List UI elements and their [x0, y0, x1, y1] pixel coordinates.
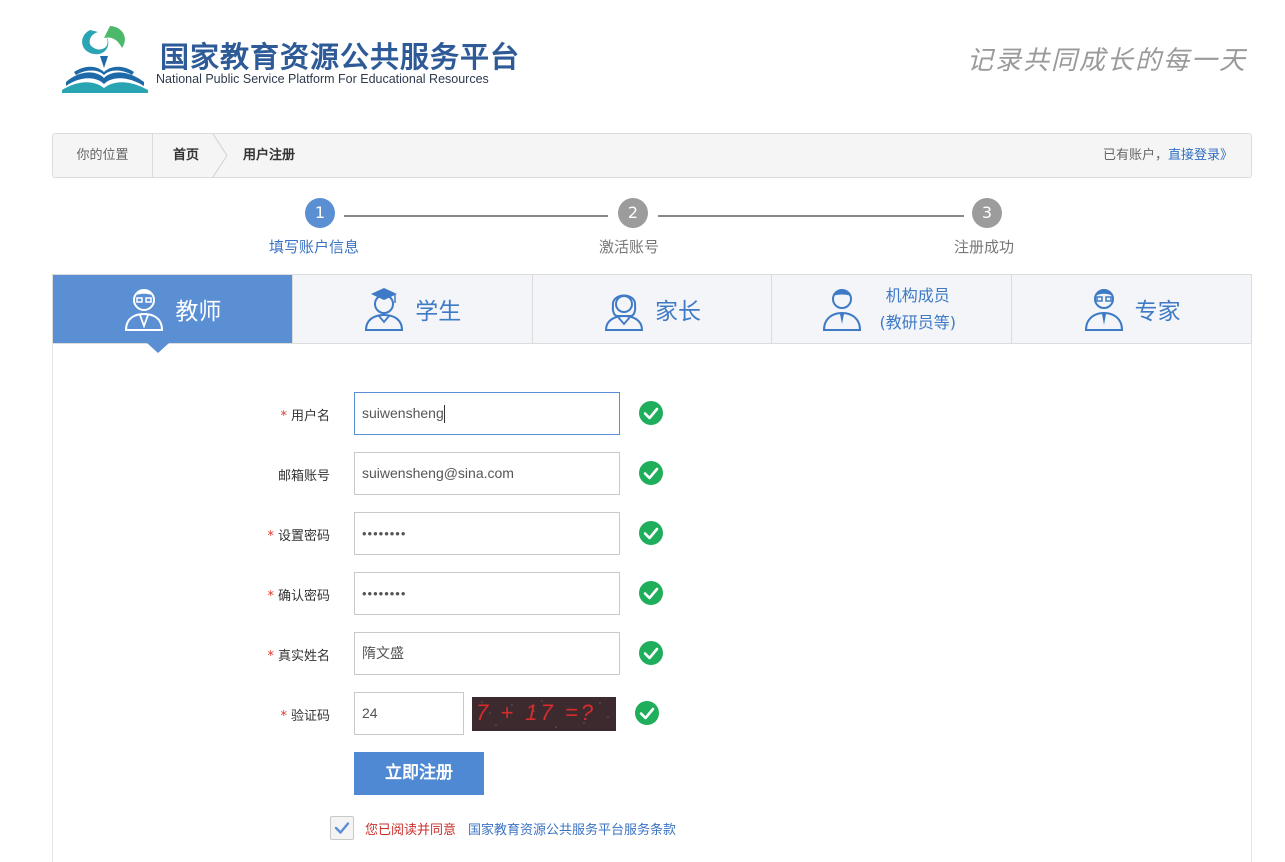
check-circle-icon	[639, 641, 663, 665]
required-mark: *	[267, 529, 274, 544]
check-circle-icon	[639, 461, 663, 485]
captcha-input[interactable]: 24	[354, 692, 464, 735]
parent-icon	[604, 294, 643, 331]
registration-page: 国家教育资源公共服务平台 National Public Service Pla…	[0, 0, 1285, 862]
have-account-text: 已有账户，直接登录》	[1103, 134, 1233, 177]
tab-org-member[interactable]: 机构成员 (教研员等)	[772, 275, 1013, 343]
student-icon	[365, 288, 404, 331]
registration-form: * 用户名 suiwensheng 邮箱账号 suiwensheng@sina.c…	[52, 343, 1252, 862]
tab-student-label: 学生	[415, 299, 462, 325]
password-input[interactable]: ••••••••	[354, 512, 620, 555]
role-tabs: 教师 学生 家长 机构成员 (教研员等) 专家	[52, 274, 1252, 353]
check-circle-icon	[639, 521, 663, 545]
org-member-icon	[822, 289, 861, 331]
terms-link[interactable]: 国家教育资源公共服务平台服务条款	[468, 819, 676, 838]
email-label: 邮箱账号	[277, 469, 330, 484]
brand-title-cn: 国家教育资源公共服务平台	[160, 40, 521, 74]
step-1-dot: 1	[305, 198, 335, 228]
expert-icon	[1084, 289, 1123, 331]
brand-title-en: National Public Service Platform For Edu…	[156, 72, 489, 86]
platform-logo	[62, 26, 148, 93]
username-label-text: 用户名	[290, 409, 330, 424]
confirm-password-input[interactable]: ••••••••	[354, 572, 620, 615]
password-label: * 设置密码	[233, 525, 330, 544]
step-1-label: 填写账户信息	[269, 238, 360, 256]
tab-expert[interactable]: 专家	[1012, 275, 1251, 343]
captcha-text: 7 + 17 =?	[476, 700, 596, 725]
breadcrumb-home-link[interactable]: 首页	[173, 134, 199, 177]
have-account-label: 已有账户，	[1102, 148, 1168, 163]
register-button[interactable]: 立即注册	[354, 752, 484, 795]
tab-teacher[interactable]: 教师	[53, 275, 293, 353]
confirm-password-label: * 确认密码	[233, 585, 330, 604]
check-circle-icon	[639, 581, 663, 605]
teacher-icon	[125, 289, 164, 331]
confirm-password-label-text: 确认密码	[277, 589, 330, 604]
required-mark: *	[267, 649, 274, 664]
required-mark: *	[267, 589, 274, 604]
realname-label: * 真实姓名	[233, 645, 330, 664]
tab-parent-label: 家长	[654, 299, 701, 325]
realname-label-text: 真实姓名	[277, 649, 330, 664]
required-mark: *	[280, 709, 287, 724]
breadcrumb: 你的位置 首页 用户注册 已有账户，直接登录》	[52, 133, 1252, 178]
check-circle-icon	[635, 701, 659, 725]
step-connector-2	[658, 215, 964, 217]
tab-teacher-label: 教师	[175, 299, 222, 325]
step-3-dot: 3	[972, 198, 1002, 228]
step-2-dot: 2	[618, 198, 648, 228]
tab-org-member-line1: 机构成员	[885, 286, 950, 305]
password-label-text: 设置密码	[277, 529, 330, 544]
realname-input[interactable]: 隋文盛	[354, 632, 620, 675]
breadcrumb-current: 用户注册	[243, 148, 296, 163]
slogan: 记录共同成长的每一天	[966, 46, 1247, 76]
captcha-label-text: 验证码	[290, 709, 330, 724]
username-label: * 用户名	[233, 405, 330, 424]
breadcrumb-separator-icon	[212, 134, 228, 177]
step-2-label: 激活账号	[599, 238, 660, 256]
text-caret	[443, 405, 445, 424]
step-connector-1	[344, 215, 608, 217]
required-mark: *	[280, 409, 287, 424]
tab-expert-label: 专家	[1134, 299, 1181, 325]
tab-parent[interactable]: 家长	[533, 275, 773, 343]
breadcrumb-location-label: 你的位置	[53, 134, 153, 177]
username-input[interactable]: suiwensheng	[354, 392, 620, 435]
email-input[interactable]: suiwensheng@sina.com	[354, 452, 620, 495]
step-3-label: 注册成功	[954, 238, 1015, 256]
username-value: suiwensheng	[362, 405, 444, 421]
agreement-text: 您已阅读并同意	[365, 823, 457, 838]
checkmark-icon	[334, 822, 350, 834]
captcha-label: * 验证码	[233, 705, 330, 724]
tab-org-member-line2: (教研员等)	[879, 313, 957, 332]
tab-org-member-label: 机构成员 (教研员等)	[873, 282, 963, 336]
captcha-image[interactable]: 7 + 17 =?	[472, 697, 616, 731]
check-circle-icon	[639, 401, 663, 425]
tab-student[interactable]: 学生	[293, 275, 533, 343]
agreement-checkbox[interactable]	[330, 816, 354, 840]
direct-login-link[interactable]: 直接登录》	[1168, 148, 1233, 163]
